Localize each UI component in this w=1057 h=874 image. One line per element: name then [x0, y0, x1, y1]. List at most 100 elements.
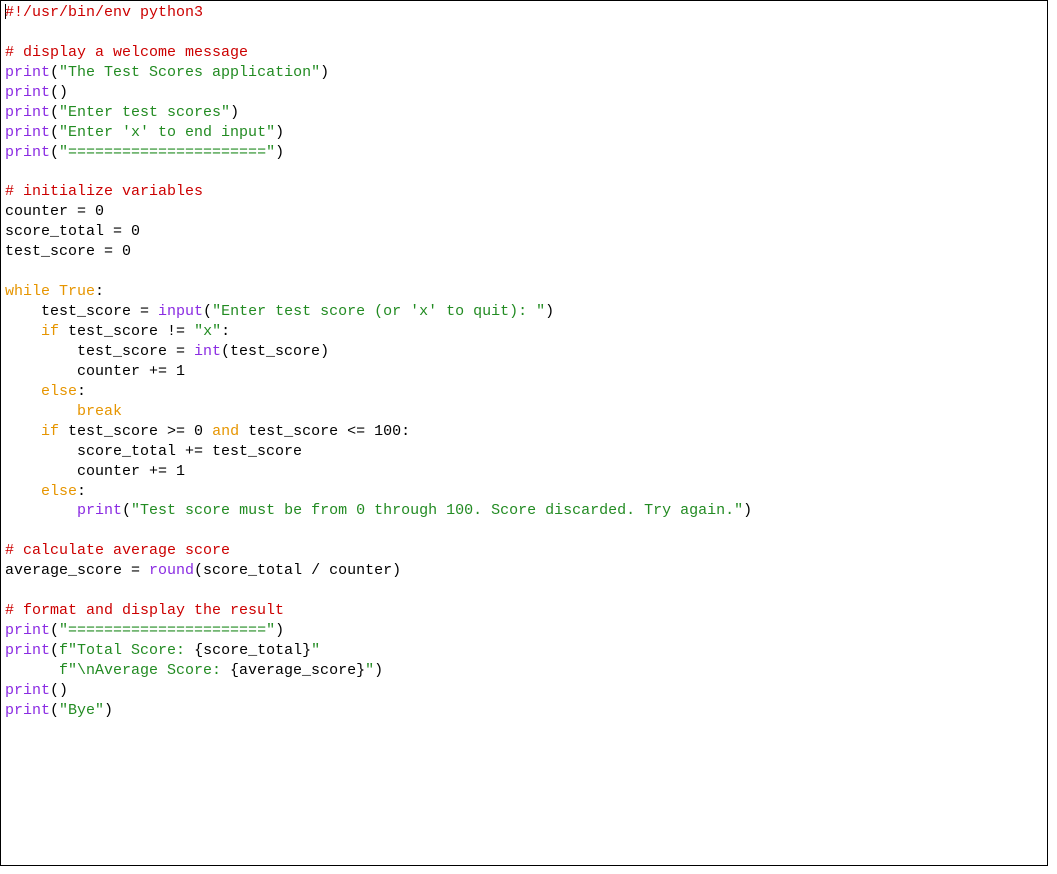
code-token: print	[5, 144, 50, 161]
code-line[interactable]: break	[5, 402, 1043, 422]
code-line[interactable]: print("Bye")	[5, 701, 1043, 721]
code-token: ()	[50, 682, 68, 699]
code-token: else	[41, 483, 77, 500]
code-token: # format and display the result	[5, 602, 284, 619]
code-line[interactable]: average_score = round(score_total / coun…	[5, 561, 1043, 581]
code-line[interactable]: while True:	[5, 282, 1043, 302]
code-line[interactable]: print()	[5, 681, 1043, 701]
code-line[interactable]: print()	[5, 83, 1043, 103]
code-token: {average_score}	[230, 662, 365, 679]
code-line[interactable]: counter += 1	[5, 362, 1043, 382]
code-token: ()	[50, 84, 68, 101]
code-token: (	[50, 702, 59, 719]
code-token: test_score =	[5, 303, 158, 320]
code-token: )	[275, 622, 284, 639]
code-token: :	[95, 283, 104, 300]
code-token: score_total = 0	[5, 223, 140, 240]
code-token: "======================"	[59, 622, 275, 639]
code-line[interactable]: # initialize variables	[5, 182, 1043, 202]
code-token: and	[212, 423, 239, 440]
code-token: )	[320, 64, 329, 81]
code-token: print	[5, 124, 50, 141]
code-token: "	[311, 642, 320, 659]
code-token: "Enter 'x' to end input"	[59, 124, 275, 141]
code-line[interactable]: counter = 0	[5, 202, 1043, 222]
code-line[interactable]: #!/usr/bin/env python3	[5, 3, 1043, 23]
code-line[interactable]	[5, 23, 1043, 43]
code-token: #!/usr/bin/env python3	[5, 4, 203, 21]
code-token: (	[50, 64, 59, 81]
code-token: score_total += test_score	[5, 443, 302, 460]
code-line[interactable]: else:	[5, 382, 1043, 402]
code-token: (	[50, 622, 59, 639]
code-token	[5, 423, 41, 440]
code-token: else	[41, 383, 77, 400]
code-line[interactable]: print("======================")	[5, 621, 1043, 641]
code-token	[5, 502, 77, 519]
code-line[interactable]: # format and display the result	[5, 601, 1043, 621]
code-token: (score_total / counter)	[194, 562, 401, 579]
code-line[interactable]: if test_score >= 0 and test_score <= 100…	[5, 422, 1043, 442]
code-token: )	[545, 303, 554, 320]
code-token: (	[50, 104, 59, 121]
code-token: while	[5, 283, 50, 300]
code-line[interactable]: print("The Test Scores application")	[5, 63, 1043, 83]
code-token: # display a welcome message	[5, 44, 248, 61]
code-token: :	[77, 383, 86, 400]
code-token: )	[374, 662, 383, 679]
code-token: # calculate average score	[5, 542, 230, 559]
code-line[interactable]: print("Test score must be from 0 through…	[5, 501, 1043, 521]
code-line[interactable]	[5, 521, 1043, 541]
code-token: input	[158, 303, 203, 320]
code-token: (	[203, 303, 212, 320]
code-line[interactable]: test_score = 0	[5, 242, 1043, 262]
code-line[interactable]: if test_score != "x":	[5, 322, 1043, 342]
code-token: if	[41, 423, 59, 440]
code-line[interactable]: print(f"Total Score: {score_total}"	[5, 641, 1043, 661]
code-line[interactable]: print("Enter 'x' to end input")	[5, 123, 1043, 143]
code-token: f"Total Score:	[59, 642, 194, 659]
code-token: print	[77, 502, 122, 519]
code-token: f"\nAverage Score:	[59, 662, 230, 679]
code-token: print	[5, 622, 50, 639]
code-token: "x"	[194, 323, 221, 340]
code-line[interactable]: else:	[5, 482, 1043, 502]
code-token: )	[743, 502, 752, 519]
code-line[interactable]: counter += 1	[5, 462, 1043, 482]
code-token: test_score !=	[59, 323, 194, 340]
code-line[interactable]: score_total += test_score	[5, 442, 1043, 462]
code-token: print	[5, 104, 50, 121]
code-token	[5, 383, 41, 400]
code-line[interactable]: f"\nAverage Score: {average_score}")	[5, 661, 1043, 681]
code-token: test_score <= 100:	[239, 423, 410, 440]
code-line[interactable]: # calculate average score	[5, 541, 1043, 561]
code-line[interactable]	[5, 163, 1043, 183]
code-token	[50, 283, 59, 300]
code-token: )	[275, 144, 284, 161]
code-token: print	[5, 682, 50, 699]
code-line[interactable]: test_score = input("Enter test score (or…	[5, 302, 1043, 322]
code-token: "Bye"	[59, 702, 104, 719]
code-token: True	[59, 283, 95, 300]
code-token: print	[5, 702, 50, 719]
code-token: )	[230, 104, 239, 121]
code-token: test_score =	[5, 343, 194, 360]
code-editor[interactable]: #!/usr/bin/env python3 # display a welco…	[0, 0, 1048, 866]
code-token: "The Test Scores application"	[59, 64, 320, 81]
code-line[interactable]	[5, 262, 1043, 282]
code-line[interactable]: print("Enter test scores")	[5, 103, 1043, 123]
code-token: counter = 0	[5, 203, 104, 220]
code-line[interactable]: score_total = 0	[5, 222, 1043, 242]
code-token: counter += 1	[5, 463, 185, 480]
code-token: print	[5, 642, 50, 659]
code-line[interactable]: # display a welcome message	[5, 43, 1043, 63]
code-token	[5, 403, 77, 420]
code-token: :	[221, 323, 230, 340]
code-token: )	[104, 702, 113, 719]
code-line[interactable]	[5, 581, 1043, 601]
code-token	[5, 662, 59, 679]
code-token: break	[77, 403, 122, 420]
code-line[interactable]: print("======================")	[5, 143, 1043, 163]
code-line[interactable]: test_score = int(test_score)	[5, 342, 1043, 362]
code-token: :	[77, 483, 86, 500]
